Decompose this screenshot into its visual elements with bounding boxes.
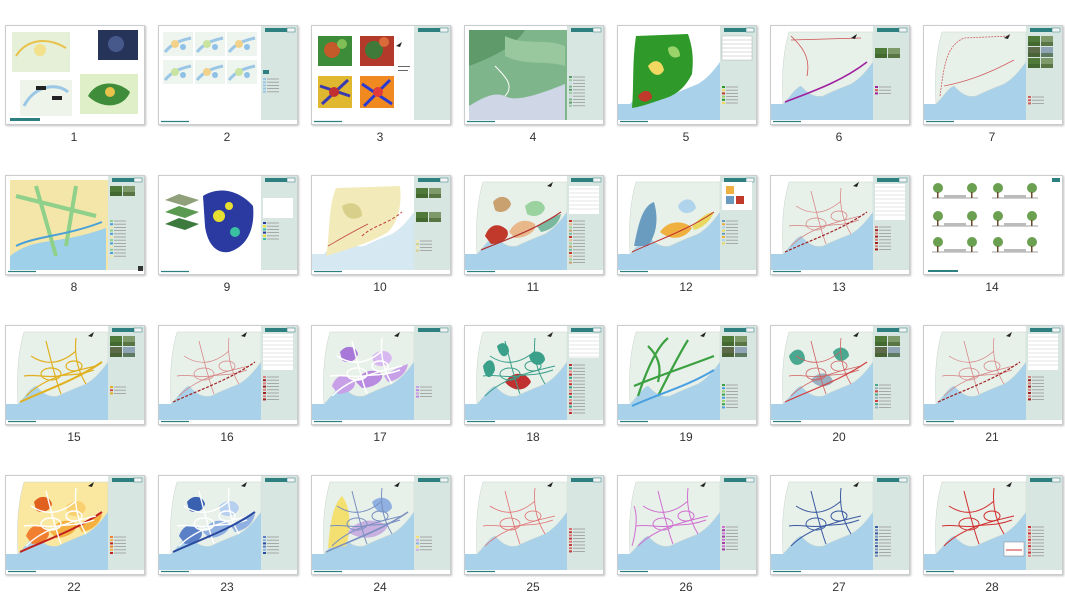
page-preview-image[interactable] — [464, 25, 604, 125]
thumbnail-grid: 123 4 5 6 7 8 9 10 11 12 13 14 15 16 17 … — [0, 0, 1065, 601]
page-thumbnail[interactable]: 16 — [153, 300, 306, 450]
page-number-label: 7 — [988, 130, 996, 144]
page-thumbnail[interactable]: 27 — [765, 450, 918, 600]
page-number-label: 27 — [832, 580, 846, 594]
page-preview-image[interactable] — [158, 25, 298, 125]
page-preview-image[interactable] — [464, 325, 604, 425]
page-number-label: 21 — [985, 430, 999, 444]
page-preview-image[interactable] — [158, 475, 298, 575]
page-preview-image[interactable] — [311, 475, 451, 575]
page-preview-image[interactable] — [617, 25, 757, 125]
page-thumbnail[interactable]: 17 — [306, 300, 459, 450]
page-number-label: 6 — [835, 130, 843, 144]
page-thumbnail[interactable]: 12 — [612, 150, 765, 300]
page-number-label: 18 — [526, 430, 540, 444]
page-preview-image[interactable] — [5, 325, 145, 425]
page-thumbnail[interactable]: 21 — [918, 300, 1065, 450]
page-preview-image[interactable] — [617, 475, 757, 575]
page-thumbnail[interactable]: 24 — [306, 450, 459, 600]
page-number-label: 22 — [67, 580, 81, 594]
page-preview-image[interactable] — [923, 175, 1063, 275]
page-thumbnail[interactable]: 18 — [459, 300, 612, 450]
page-number-label: 11 — [526, 280, 540, 294]
page-preview-image[interactable] — [158, 175, 298, 275]
page-preview-image[interactable] — [5, 175, 145, 275]
page-number-label: 15 — [67, 430, 81, 444]
page-preview-image[interactable] — [5, 475, 145, 575]
page-number-label: 19 — [679, 430, 693, 444]
page-thumbnail[interactable]: 15 — [0, 300, 153, 450]
page-thumbnail[interactable]: 28 — [918, 450, 1065, 600]
page-thumbnail[interactable]: 9 — [153, 150, 306, 300]
page-thumbnail[interactable]: 7 — [918, 0, 1065, 150]
page-preview-image[interactable] — [923, 25, 1063, 125]
page-number-label: 8 — [70, 280, 78, 294]
page-number-label: 3 — [376, 130, 384, 144]
page-preview-image[interactable] — [464, 475, 604, 575]
page-number-label: 28 — [985, 580, 999, 594]
page-thumbnail[interactable]: 22 — [0, 450, 153, 600]
page-thumbnail[interactable]: 20 — [765, 300, 918, 450]
page-preview-image[interactable] — [5, 25, 145, 125]
page-preview-image[interactable] — [923, 325, 1063, 425]
page-thumbnail[interactable]: 19 — [612, 300, 765, 450]
page-thumbnail[interactable]: 13 — [765, 150, 918, 300]
page-thumbnail[interactable]: 2 — [153, 0, 306, 150]
page-thumbnail[interactable]: 5 — [612, 0, 765, 150]
page-thumbnail[interactable]: 26 — [612, 450, 765, 600]
page-number-label: 9 — [223, 280, 231, 294]
page-preview-image[interactable] — [464, 175, 604, 275]
page-preview-image[interactable] — [617, 325, 757, 425]
page-thumbnail[interactable]: 3 — [306, 0, 459, 150]
page-number-label: 17 — [373, 430, 387, 444]
page-preview-image[interactable] — [770, 25, 910, 125]
page-number-label: 24 — [373, 580, 387, 594]
page-number-label: 25 — [526, 580, 540, 594]
page-number-label: 16 — [220, 430, 234, 444]
page-number-label: 23 — [220, 580, 234, 594]
page-number-label: 26 — [679, 580, 693, 594]
page-thumbnail[interactable]: 1 — [0, 0, 153, 150]
page-preview-image[interactable] — [311, 25, 451, 125]
page-preview-image[interactable] — [617, 175, 757, 275]
page-number-label: 12 — [679, 280, 693, 294]
page-preview-image[interactable] — [158, 325, 298, 425]
page-thumbnail[interactable]: 10 — [306, 150, 459, 300]
page-number-label: 2 — [223, 130, 231, 144]
page-thumbnail[interactable]: 8 — [0, 150, 153, 300]
page-thumbnail[interactable]: 25 — [459, 450, 612, 600]
page-number-label: 20 — [832, 430, 846, 444]
page-number-label: 14 — [985, 280, 999, 294]
page-number-label: 5 — [682, 130, 690, 144]
page-thumbnail[interactable]: 4 — [459, 0, 612, 150]
page-preview-image[interactable] — [770, 475, 910, 575]
page-number-label: 13 — [832, 280, 846, 294]
page-preview-image[interactable] — [923, 475, 1063, 575]
page-preview-image[interactable] — [770, 325, 910, 425]
page-preview-image[interactable] — [770, 175, 910, 275]
page-thumbnail[interactable]: 23 — [153, 450, 306, 600]
page-number-label: 1 — [70, 130, 78, 144]
page-preview-image[interactable] — [311, 175, 451, 275]
page-thumbnail[interactable]: 14 — [918, 150, 1065, 300]
page-number-label: 4 — [529, 130, 537, 144]
page-thumbnail[interactable]: 11 — [459, 150, 612, 300]
page-preview-image[interactable] — [311, 325, 451, 425]
page-thumbnail[interactable]: 6 — [765, 0, 918, 150]
page-number-label: 10 — [373, 280, 387, 294]
